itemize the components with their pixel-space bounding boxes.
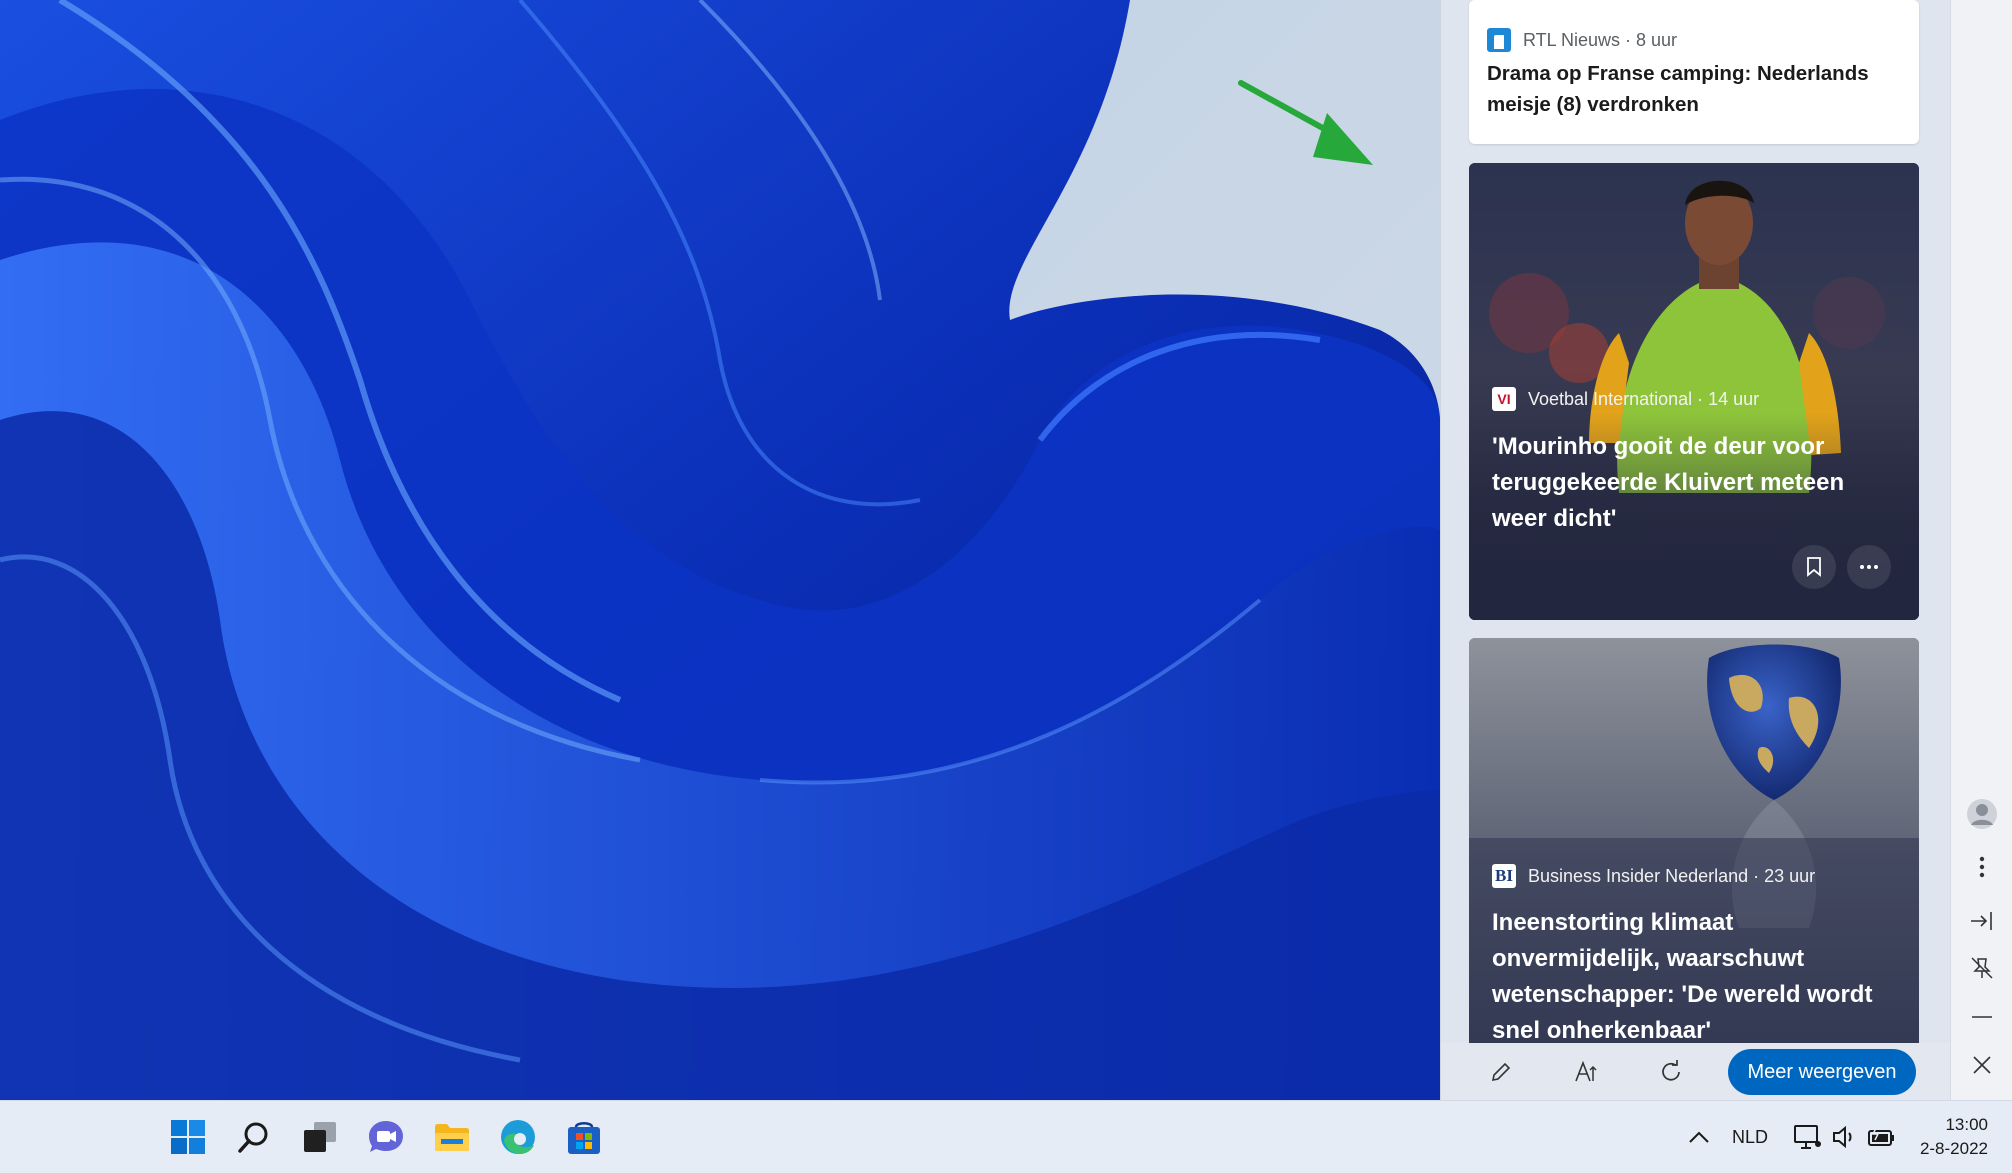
battery-charging-icon — [1868, 1126, 1894, 1146]
taskbar: NLD 13:00 2-8-2022 — [0, 1100, 2012, 1173]
profile-button[interactable] — [1964, 796, 2000, 832]
expand-right-icon — [1971, 912, 1992, 930]
news-card[interactable]: VI Voetbal International · 14 uur 'Mouri… — [1469, 163, 1919, 620]
desktop-wallpaper — [0, 0, 1440, 1100]
minimize-icon — [1972, 1016, 1992, 1018]
news-source-label: Business Insider Nederland · 23 uur — [1528, 865, 1816, 886]
more-options-button[interactable] — [1847, 545, 1891, 589]
store-icon — [568, 1122, 600, 1154]
speaker-icon — [1833, 1125, 1852, 1149]
text-size-icon — [1575, 1060, 1597, 1082]
minimize-button[interactable] — [1964, 999, 2000, 1035]
input-language-indicator[interactable]: NLD — [1732, 1101, 1768, 1173]
close-button[interactable] — [1964, 1047, 2000, 1083]
news-title[interactable]: 'Mourinho gooit de deur voor teruggekeer… — [1492, 429, 1902, 537]
news-source-label: RTL Nieuws · 8 uur — [1523, 29, 1678, 50]
edge-icon — [501, 1120, 535, 1154]
battery-button[interactable] — [1860, 1115, 1904, 1159]
unpin-button[interactable] — [1964, 950, 2000, 986]
vertical-ellipsis-icon — [1979, 856, 1985, 878]
task-view-icon — [304, 1122, 336, 1152]
news-card[interactable]: RTL Nieuws · 8 uur Drama op Franse campi… — [1469, 0, 1919, 144]
bookmark-button[interactable] — [1792, 545, 1836, 589]
ellipsis-icon — [1860, 565, 1878, 569]
news-card[interactable]: BI Business Insider Nederland · 23 uur I… — [1469, 638, 1919, 1100]
clock[interactable]: 13:00 2-8-2022 — [1920, 1113, 1988, 1161]
microsoft-store-button[interactable] — [562, 1115, 606, 1159]
voetbal-international-logo: VI — [1492, 387, 1516, 411]
edge-browser-button[interactable] — [496, 1115, 540, 1159]
news-source: BI Business Insider Nederland · 23 uur — [1492, 864, 1815, 888]
task-view-button[interactable] — [298, 1115, 342, 1159]
refresh-button[interactable] — [1656, 1057, 1686, 1087]
expand-button[interactable] — [1964, 903, 2000, 939]
business-insider-logo: BI — [1492, 864, 1516, 888]
clock-date: 2-8-2022 — [1919, 1139, 1988, 1158]
show-hidden-icons-button[interactable] — [1677, 1115, 1721, 1159]
news-source: RTL Nieuws · 8 uur — [1487, 28, 1677, 52]
close-icon — [1973, 1056, 1991, 1074]
file-explorer-button[interactable] — [430, 1115, 474, 1159]
news-source: VI Voetbal International · 14 uur — [1492, 387, 1759, 411]
widgets-bottom-bar: Meer weergeven — [1441, 1043, 1950, 1100]
pencil-icon — [1491, 1062, 1511, 1082]
widgets-side-rail — [1950, 0, 2012, 1100]
refresh-icon — [1662, 1060, 1680, 1081]
search-button[interactable] — [232, 1115, 276, 1159]
chat-icon — [369, 1121, 403, 1152]
teams-chat-button[interactable] — [364, 1115, 408, 1159]
windows-logo-icon — [171, 1120, 205, 1154]
network-icon — [1794, 1125, 1821, 1149]
chevron-up-icon — [1689, 1131, 1709, 1143]
news-source-label: Voetbal International · 14 uur — [1528, 388, 1760, 409]
edit-button[interactable] — [1486, 1057, 1516, 1087]
folder-icon — [435, 1124, 469, 1151]
rtl-nieuws-logo — [1487, 28, 1511, 52]
widgets-panel: RTL Nieuws · 8 uur Drama op Franse campi… — [1440, 0, 1950, 1100]
bookmark-icon — [1807, 557, 1821, 577]
clock-time: 13:00 — [1945, 1115, 1988, 1134]
news-title[interactable]: Drama op Franse camping: Nederlands meis… — [1487, 58, 1907, 120]
news-title[interactable]: Ineenstorting klimaat onvermijdelijk, wa… — [1492, 905, 1902, 1049]
show-more-button[interactable]: Meer weergeven — [1728, 1049, 1916, 1095]
annotation-arrow — [1238, 80, 1373, 165]
text-size-button[interactable] — [1571, 1057, 1601, 1087]
start-button[interactable] — [166, 1115, 210, 1159]
unpin-icon — [1971, 957, 1993, 979]
user-avatar-icon — [1967, 799, 1997, 829]
settings-menu-button[interactable] — [1964, 849, 2000, 885]
search-icon — [238, 1122, 268, 1153]
